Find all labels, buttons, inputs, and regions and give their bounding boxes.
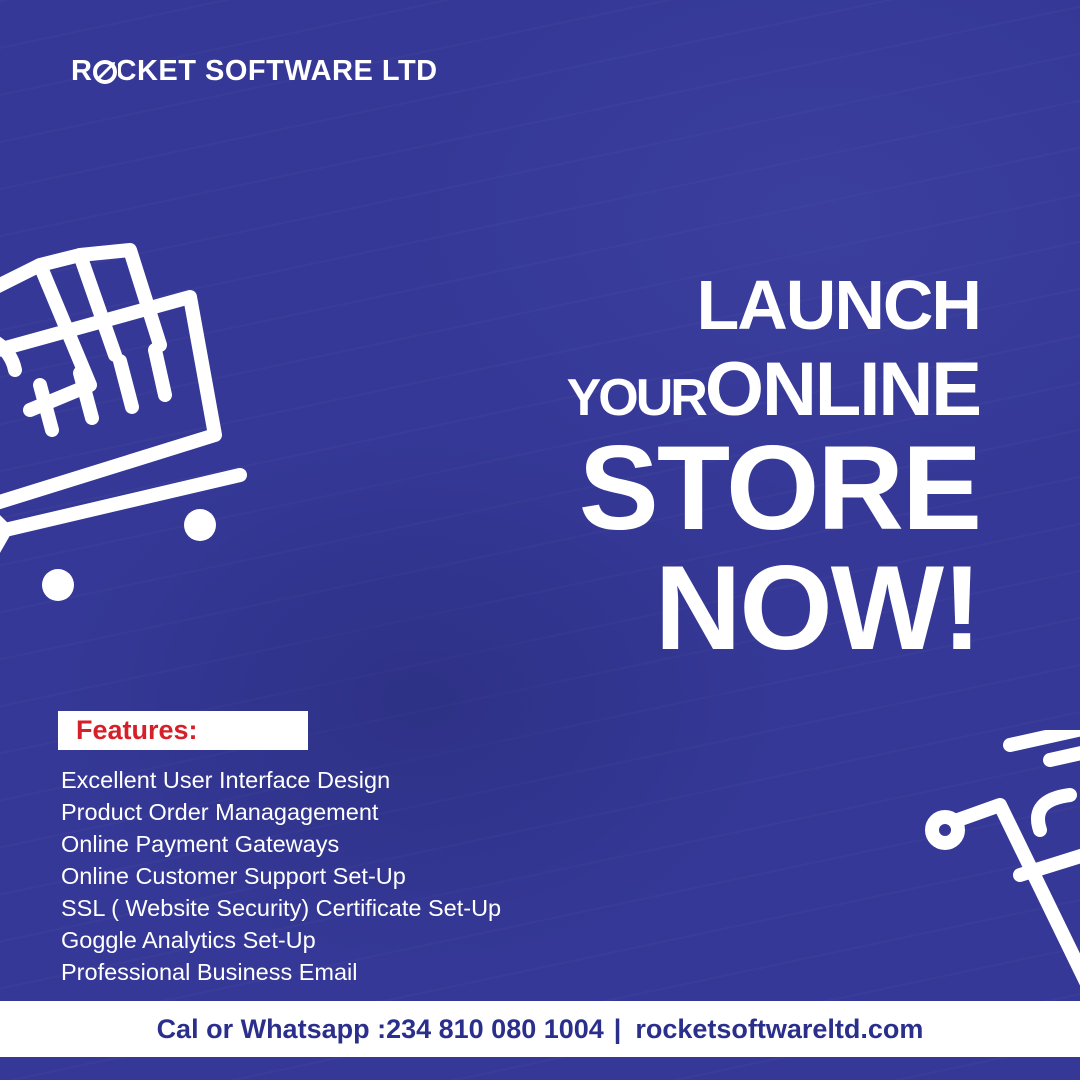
rocket-o-icon	[92, 59, 118, 85]
shopping-cart-icon	[925, 730, 1080, 986]
list-item: Professional Business Email	[61, 959, 358, 985]
headline-launch: LAUNCH	[696, 266, 982, 344]
list-item: Online Customer Support Set-Up	[61, 863, 406, 889]
headline: LAUNCH YOURONLINE STORE NOW!	[566, 266, 982, 675]
website-link[interactable]: rocketsoftwareltd.com	[635, 1014, 923, 1045]
list-item: SSL ( Website Security) Certificate Set-…	[61, 895, 502, 921]
list-item: Online Payment Gateways	[61, 831, 340, 857]
headline-your: YOUR	[566, 369, 708, 427]
list-item: Product Order Managagement	[61, 799, 379, 825]
features-list: Excellent User Interface Design Product …	[61, 764, 501, 988]
list-item: Excellent User Interface Design	[61, 767, 391, 793]
brand-logo: ROCKET SOFTWARE LTD	[71, 54, 438, 88]
contact-footer: Cal or Whatsapp :234 810 080 1004 | rock…	[0, 1001, 1080, 1057]
headline-now: NOW!	[654, 541, 982, 675]
promo-banner: ROCKET SOFTWARE LTD LAUNCH YOURONLINE ST…	[0, 0, 1080, 1080]
footer-separator: |	[613, 1013, 622, 1044]
brand-name: ROCKET SOFTWARE LTD	[71, 54, 438, 87]
headline-store: STORE	[578, 421, 982, 555]
shopping-cart-icon	[0, 243, 247, 601]
features-label: Features:	[58, 711, 308, 750]
headline-your-online: YOURONLINE	[566, 352, 982, 428]
headline-online: ONLINE	[704, 347, 982, 432]
list-item: Goggle Analytics Set-Up	[61, 927, 316, 953]
contact-phone[interactable]: Cal or Whatsapp :234 810 080 1004	[157, 1014, 604, 1045]
